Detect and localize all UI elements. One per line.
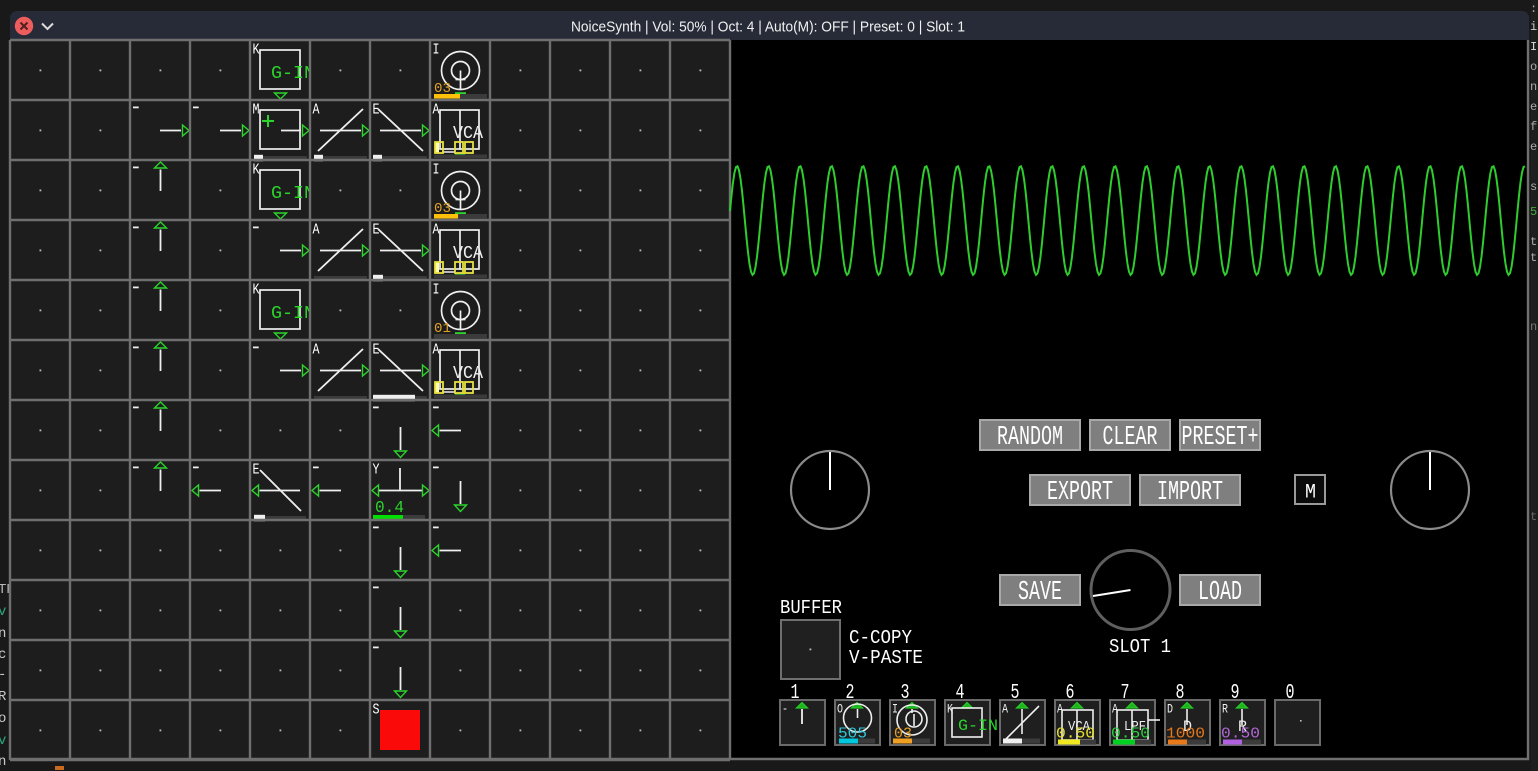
svg-text:VCA: VCA	[453, 364, 483, 384]
svg-text:M: M	[253, 102, 260, 119]
svg-text:n: n	[1530, 320, 1537, 334]
svg-text:LOAD: LOAD	[1198, 578, 1242, 608]
svg-text:I: I	[1530, 40, 1537, 54]
svg-text:SAVE: SAVE	[1018, 578, 1062, 608]
svg-text:EXPORT: EXPORT	[1047, 478, 1113, 508]
svg-text:K: K	[253, 42, 260, 59]
svg-text:S: S	[373, 702, 380, 719]
svg-text:I: I	[433, 282, 440, 299]
svg-text:7: 7	[1121, 682, 1130, 705]
svg-text:8: 8	[1176, 682, 1185, 705]
svg-text:C-COPY: C-COPY	[849, 627, 913, 649]
svg-text:R: R	[1222, 702, 1228, 717]
svg-text:G-IN: G-IN	[271, 184, 315, 204]
svg-text:M: M	[1305, 482, 1316, 505]
svg-text:5: 5	[1530, 205, 1537, 219]
svg-text:BUFFER: BUFFER	[780, 597, 842, 619]
svg-text:K: K	[253, 162, 260, 179]
svg-text:I: I	[433, 162, 440, 179]
svg-text:VCA: VCA	[453, 124, 483, 144]
svg-text:PRESET+: PRESET+	[1182, 423, 1259, 453]
svg-text:K: K	[253, 282, 260, 299]
svg-text:n: n	[1530, 80, 1537, 94]
svg-text:5: 5	[1011, 682, 1020, 705]
svg-text:A: A	[1002, 702, 1008, 717]
svg-text:t: t	[1530, 235, 1537, 249]
svg-text:-: -	[0, 667, 6, 683]
svg-text:CLEAR: CLEAR	[1103, 423, 1158, 453]
svg-text:3: 3	[901, 682, 910, 705]
svg-text:n: n	[0, 754, 6, 770]
svg-text:o: o	[1530, 60, 1537, 74]
svg-text:-: -	[782, 702, 788, 717]
svg-text:9: 9	[1231, 682, 1240, 705]
svg-text:I: I	[433, 42, 440, 59]
svg-text:t: t	[1530, 251, 1537, 265]
svg-text:IMPORT: IMPORT	[1157, 478, 1223, 508]
svg-text:4: 4	[956, 682, 965, 705]
svg-text:A: A	[313, 222, 320, 239]
svg-text:s: s	[1530, 180, 1537, 194]
svg-text:c: c	[0, 647, 6, 663]
svg-text:e: e	[1530, 140, 1537, 154]
svg-text:1: 1	[791, 682, 800, 705]
svg-text:6: 6	[1066, 682, 1075, 705]
svg-text:2: 2	[846, 682, 855, 705]
svg-text:G-IN: G-IN	[271, 304, 315, 324]
svg-text:SLOT 1: SLOT 1	[1109, 636, 1171, 658]
svg-text:I: I	[892, 702, 898, 717]
svg-text:n: n	[0, 626, 6, 642]
svg-text:v: v	[0, 604, 6, 620]
svg-text:RANDOM: RANDOM	[997, 423, 1063, 453]
svg-text:id: id	[1530, 20, 1538, 34]
svg-text:A: A	[313, 342, 320, 359]
svg-text:f: f	[1530, 120, 1537, 134]
svg-text:A: A	[433, 342, 440, 359]
svg-text:Y: Y	[373, 462, 380, 479]
svg-text:G-IN: G-IN	[958, 717, 998, 735]
svg-text:A: A	[433, 102, 440, 119]
svg-text:t: t	[1530, 510, 1537, 524]
svg-text:E: E	[253, 462, 260, 479]
svg-text:R: R	[0, 689, 7, 705]
svg-text:V-PASTE: V-PASTE	[849, 647, 923, 669]
svg-text:A: A	[313, 102, 320, 119]
svg-text:o: o	[0, 711, 6, 727]
svg-text:NoiceSynth | Vol: 50% | Oct: 4: NoiceSynth | Vol: 50% | Oct: 4 | Auto(M)…	[571, 20, 965, 36]
svg-text:O: O	[837, 702, 843, 717]
svg-text::: :	[1530, 2, 1537, 16]
svg-text:A: A	[433, 222, 440, 239]
svg-text:D: D	[1167, 702, 1173, 717]
svg-text:v: v	[0, 733, 6, 749]
svg-text:0: 0	[1286, 682, 1295, 705]
svg-text:VCA: VCA	[453, 244, 483, 264]
svg-text:e: e	[1530, 100, 1537, 114]
svg-text:G-IN: G-IN	[271, 64, 315, 84]
